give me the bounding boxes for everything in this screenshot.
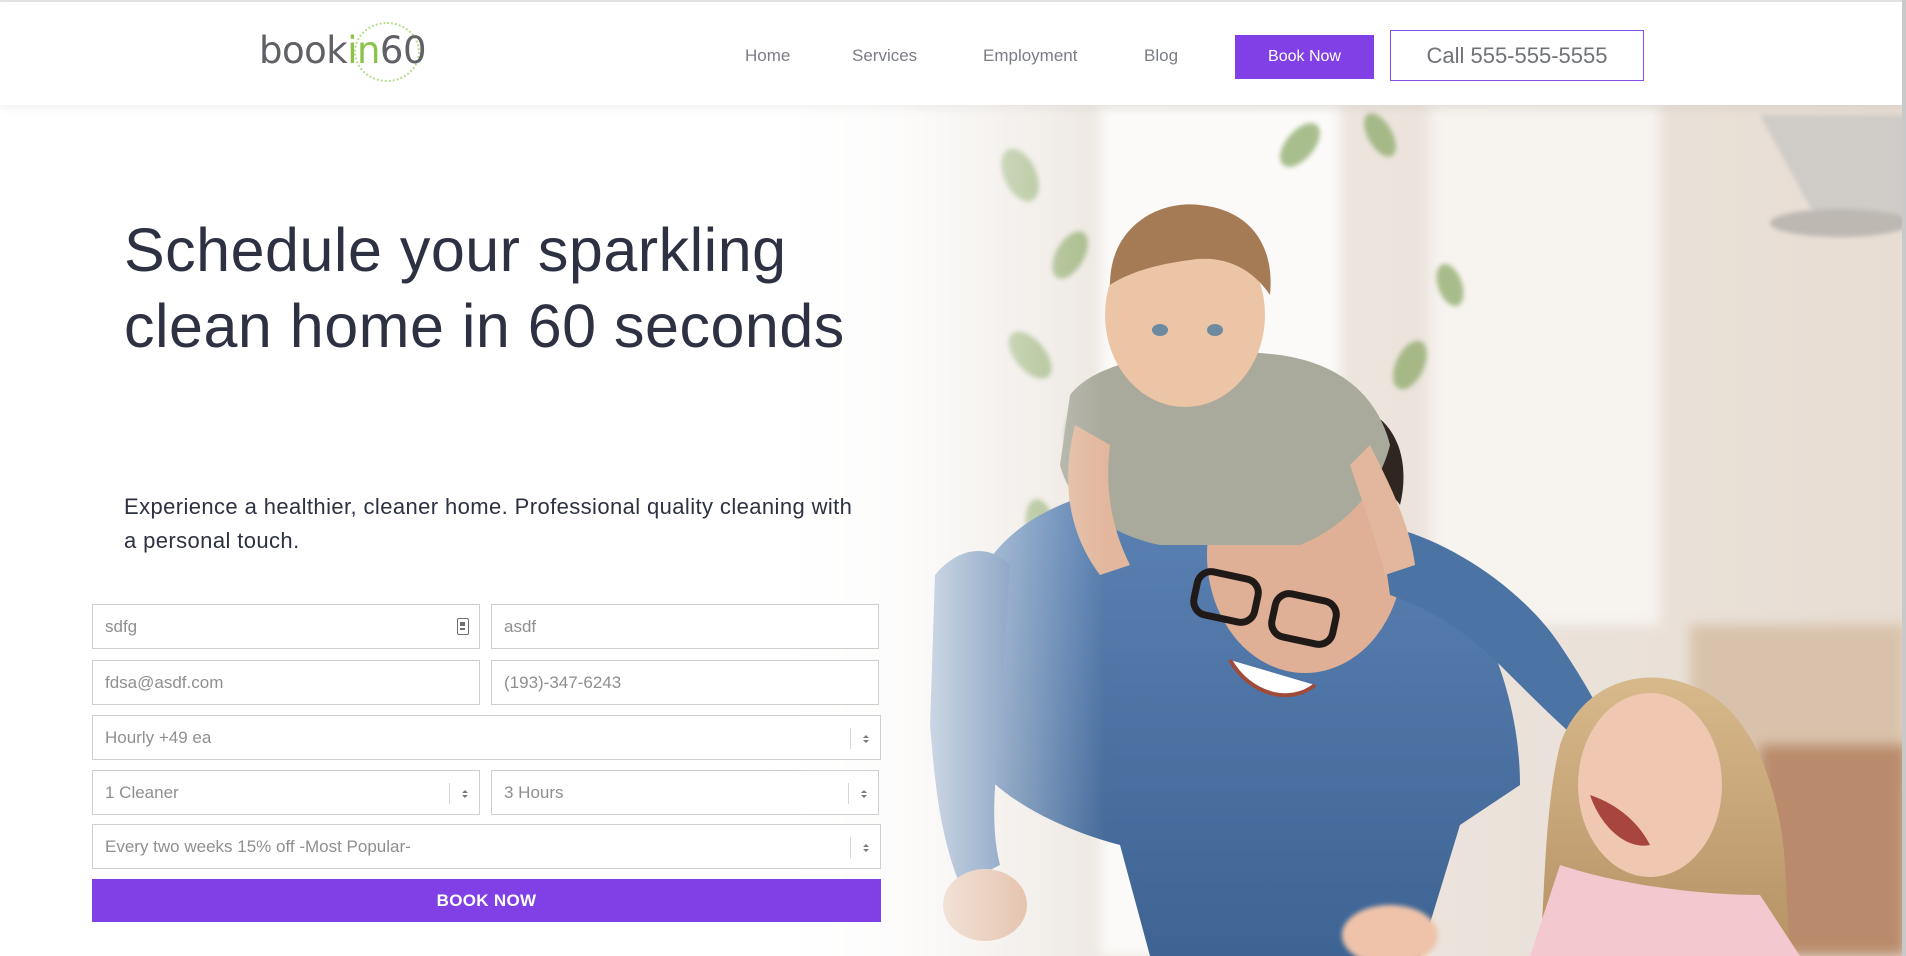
frequency-value: Every two weeks 15% off -Most Popular- (105, 836, 411, 856)
service-type-select[interactable]: Hourly +49 ea (92, 715, 881, 760)
logo-text-book: book (259, 29, 348, 72)
select-arrows-icon (449, 783, 479, 804)
hours-select[interactable]: 3 Hours (491, 770, 879, 815)
book-now-submit-button[interactable]: BOOK NOW (92, 879, 881, 922)
last-name-value: asdf (504, 616, 537, 636)
select-arrows-icon (850, 837, 880, 858)
submit-label: BOOK NOW (436, 890, 537, 910)
select-arrows-icon (850, 728, 880, 749)
logo-text-60: 60 (379, 29, 427, 72)
first-name-field[interactable]: sdfg (92, 604, 480, 649)
site-header: bookin60 Home Services Employment Blog B… (0, 2, 1906, 105)
select-arrows-icon (848, 783, 878, 804)
phone-value: (193)-347-6243 (504, 672, 622, 692)
logo[interactable]: bookin60 (259, 22, 429, 82)
service-type-value: Hourly +49 ea (105, 727, 212, 747)
logo-text: bookin60 (259, 29, 427, 72)
hero-subtitle: Experience a healthier, cleaner home. Pr… (124, 494, 853, 553)
cleaners-select[interactable]: 1 Cleaner (92, 770, 480, 815)
hours-value: 3 Hours (504, 782, 564, 802)
contact-card-icon[interactable] (457, 618, 469, 635)
call-button[interactable]: Call 555-555-5555 (1390, 30, 1644, 81)
email-field[interactable]: fdsa@asdf.com (92, 660, 480, 705)
hero-title: Schedule your sparkling clean home in 60… (124, 216, 845, 360)
nav-employment[interactable]: Employment (983, 46, 1077, 66)
cleaners-value: 1 Cleaner (105, 782, 179, 802)
phone-field[interactable]: (193)-347-6243 (491, 660, 879, 705)
logo-text-in: in (347, 29, 380, 72)
last-name-field[interactable]: asdf (491, 604, 879, 649)
email-value: fdsa@asdf.com (105, 672, 224, 692)
book-now-label: Book Now (1268, 48, 1341, 65)
nav-home[interactable]: Home (745, 46, 790, 66)
book-now-button[interactable]: Book Now (1235, 35, 1374, 79)
page-scrollbar[interactable] (1902, 0, 1906, 956)
frequency-select[interactable]: Every two weeks 15% off -Most Popular- (92, 824, 881, 869)
nav-blog[interactable]: Blog (1144, 46, 1178, 66)
first-name-value: sdfg (105, 616, 138, 636)
nav-services[interactable]: Services (852, 46, 917, 66)
call-label: Call 555-555-5555 (1426, 42, 1608, 68)
